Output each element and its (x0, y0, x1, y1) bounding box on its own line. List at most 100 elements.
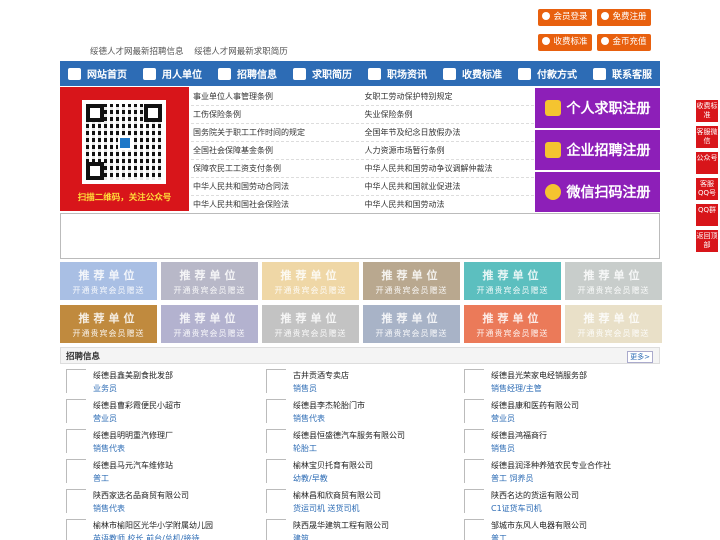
login-button[interactable]: 会员登录 (538, 9, 592, 26)
company-logo-image[interactable] (66, 369, 86, 393)
company-link[interactable]: 绥德县光荣家电经销服务部 (491, 370, 587, 381)
nav-pricing[interactable]: 收费标准 (435, 61, 510, 86)
regulation-link[interactable]: 中华人民共和国社会保险法 (191, 199, 363, 210)
company-link[interactable]: 陕西名达的货运有限公司 (491, 490, 579, 501)
regulation-link[interactable]: 中华人民共和国劳动合同法 (191, 181, 363, 192)
company-link[interactable]: 陕西晟华建筑工程有限公司 (293, 520, 389, 531)
regulation-link[interactable]: 女职工劳动保护特别规定 (363, 91, 535, 102)
recommended-employer-tile[interactable]: 推荐单位 开通贵宾会员赠送 (565, 305, 662, 343)
employer-register-button[interactable]: 企业招聘注册 (535, 130, 660, 170)
position-link[interactable]: 普工 饲养员 (491, 473, 534, 484)
company-logo-image[interactable] (464, 459, 484, 483)
float-item[interactable]: 公众号 (696, 152, 718, 174)
company-link[interactable]: 绥德县恒盛德汽车服务有限公司 (293, 430, 405, 441)
company-link[interactable]: 绥德县鑫美副食批发部 (93, 370, 173, 381)
company-link[interactable]: 绥德县马元汽车维修站 (93, 460, 173, 471)
company-link[interactable]: 绥德县润泽种养殖农民专业合作社 (491, 460, 611, 471)
regulation-link[interactable]: 国务院关于职工工作时间的规定 (191, 127, 363, 138)
recommended-employer-tile[interactable]: 推荐单位 开通贵宾会员赠送 (262, 305, 359, 343)
position-link[interactable]: 销售代表 (93, 443, 125, 454)
regulation-link[interactable]: 工伤保险条例 (191, 109, 363, 120)
float-item[interactable]: 客服QQ号 (696, 178, 718, 200)
company-link[interactable]: 古井贡酒专卖店 (293, 370, 349, 381)
company-link[interactable]: 榆林宝贝托育有限公司 (293, 460, 373, 471)
company-logo-image[interactable] (66, 519, 86, 540)
more-link[interactable]: 更多> (627, 351, 653, 363)
float-item[interactable]: QQ群 (696, 204, 718, 226)
company-logo-image[interactable] (464, 489, 484, 513)
recommended-employer-tile[interactable]: 推荐单位 开通贵宾会员赠送 (464, 262, 561, 300)
position-link[interactable]: C1证货车司机 (491, 503, 542, 514)
nav-resumes[interactable]: 求职简历 (285, 61, 360, 86)
company-logo-image[interactable] (266, 519, 286, 540)
nav-payment[interactable]: 付款方式 (510, 61, 585, 86)
recommended-employer-tile[interactable]: 推荐单位 开通贵宾会员赠送 (161, 305, 258, 343)
register-button[interactable]: 免费注册 (597, 9, 651, 26)
recharge-button[interactable]: 金币充值 (597, 34, 651, 51)
company-link[interactable]: 绥德县鸿福商行 (491, 430, 547, 441)
position-link[interactable]: 营业员 (491, 413, 515, 424)
regulation-link[interactable]: 中华人民共和国就业促进法 (363, 181, 535, 192)
recommended-employer-tile[interactable]: 推荐单位 开通贵宾会员赠送 (262, 262, 359, 300)
regulation-link[interactable]: 失业保险条例 (363, 109, 535, 120)
position-link[interactable]: 业务员 (93, 383, 117, 394)
regulation-link[interactable]: 全国社会保障基金条例 (191, 145, 363, 156)
recommended-employer-tile[interactable]: 推荐单位 开通贵宾会员赠送 (161, 262, 258, 300)
recommended-employer-tile[interactable]: 推荐单位 开通贵宾会员赠送 (464, 305, 561, 343)
company-logo-image[interactable] (266, 459, 286, 483)
position-link[interactable]: 销售员 (491, 443, 515, 454)
company-logo-image[interactable] (464, 429, 484, 453)
company-logo-image[interactable] (66, 429, 86, 453)
position-link[interactable]: 建筑 (293, 533, 309, 540)
company-link[interactable]: 绥德县明明重汽修理厂 (93, 430, 173, 441)
company-logo-image[interactable] (66, 399, 86, 423)
regulation-link[interactable]: 事业单位人事管理条例 (191, 91, 363, 102)
nav-employers[interactable]: 用人单位 (135, 61, 210, 86)
position-link[interactable]: 幼教/早教 (293, 473, 328, 484)
regulation-link[interactable]: 全国年节及纪念日放假办法 (363, 127, 535, 138)
recommended-employer-tile[interactable]: 推荐单位 开通贵宾会员赠送 (363, 305, 460, 343)
position-link[interactable]: 轮胎工 (293, 443, 317, 454)
regulation-link[interactable]: 中华人民共和国劳动法 (363, 199, 535, 210)
position-link[interactable]: 普工 (93, 473, 109, 484)
company-link[interactable]: 绥德县康和医药有限公司 (491, 400, 579, 411)
recommended-employer-tile[interactable]: 推荐单位 开通贵宾会员赠送 (363, 262, 460, 300)
company-link[interactable]: 榆林市榆阳区光华小学附属幼儿园 (93, 520, 213, 531)
company-logo-image[interactable] (464, 399, 484, 423)
recommended-employer-tile[interactable]: 推荐单位 开通贵宾会员赠送 (565, 262, 662, 300)
ad-banner[interactable] (60, 213, 660, 259)
position-link[interactable]: 销售经理/主管 (491, 383, 542, 394)
position-link[interactable]: 销售代表 (293, 413, 325, 424)
float-item[interactable]: 收费标准 (696, 100, 718, 122)
company-logo-image[interactable] (266, 369, 286, 393)
position-link[interactable]: 销售员 (293, 383, 317, 394)
wechat-register-button[interactable]: 微信扫码注册 (535, 172, 660, 212)
company-link[interactable]: 绥德县李杰轮胎门市 (293, 400, 365, 411)
float-item[interactable]: 客服微信 (696, 126, 718, 148)
company-link[interactable]: 邹城市东风人电器有限公司 (491, 520, 587, 531)
company-logo-image[interactable] (66, 489, 86, 513)
position-link[interactable]: 英语教师 校长 前台/总机/接待 (93, 533, 199, 540)
nav-news[interactable]: 职场资讯 (360, 61, 435, 86)
latest-resumes-link[interactable]: 绥德人才网最新求职简历 (194, 47, 288, 57)
latest-jobs-link[interactable]: 绥德人才网最新招聘信息 (90, 47, 184, 57)
company-logo-image[interactable] (66, 459, 86, 483)
nav-home[interactable]: 网站首页 (60, 61, 135, 86)
company-link[interactable]: 陕西家选名品商贸有限公司 (93, 490, 189, 501)
regulation-link[interactable]: 人力资源市场暂行条例 (363, 145, 535, 156)
position-link[interactable]: 普工 (491, 533, 507, 540)
recommended-employer-tile[interactable]: 推荐单位 开通贵宾会员赠送 (60, 262, 157, 300)
nav-contact[interactable]: 联系客服 (585, 61, 660, 86)
company-logo-image[interactable] (464, 519, 484, 540)
position-link[interactable]: 货运司机 送货司机 (293, 503, 360, 514)
company-logo-image[interactable] (266, 429, 286, 453)
position-link[interactable]: 营业员 (93, 413, 117, 424)
company-logo-image[interactable] (266, 489, 286, 513)
recommended-employer-tile[interactable]: 推荐单位 开通贵宾会员赠送 (60, 305, 157, 343)
company-link[interactable]: 榆林昌和欣商贸有限公司 (293, 490, 381, 501)
nav-jobs[interactable]: 招聘信息 (210, 61, 285, 86)
company-logo-image[interactable] (266, 399, 286, 423)
regulation-link[interactable]: 中华人民共和国劳动争议调解仲裁法 (363, 163, 535, 174)
regulation-link[interactable]: 保障农民工工资支付条例 (191, 163, 363, 174)
position-link[interactable]: 销售代表 (93, 503, 125, 514)
